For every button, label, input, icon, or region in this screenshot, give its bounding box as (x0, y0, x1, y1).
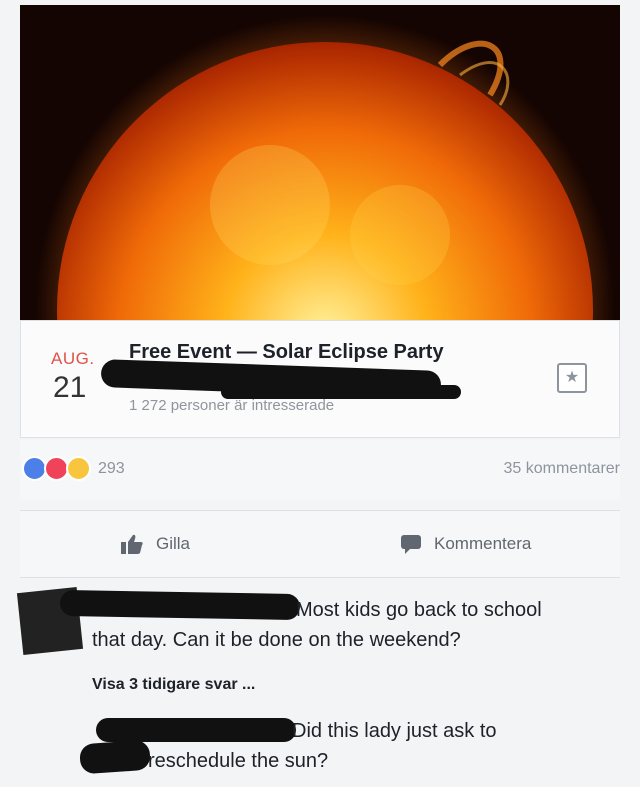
comment-count[interactable]: 35 kommentarer (504, 460, 621, 478)
comment-button[interactable]: Kommentera (400, 531, 531, 557)
redaction-mark (96, 718, 296, 742)
post-container: AUG. 21 Free Event — Solar Eclipse Party… (0, 0, 640, 787)
reply-text: Did this lady just ask to (292, 720, 497, 742)
comment-text: Most kids go back to school (296, 599, 542, 621)
sun-photo (20, 5, 620, 321)
reply-text: reschedule the sun? (148, 750, 329, 772)
reaction-count[interactable]: 293 (98, 460, 125, 478)
like-label: Gilla (156, 534, 191, 553)
like-button[interactable]: Gilla (120, 531, 190, 557)
redaction-mark (79, 739, 151, 775)
event-title[interactable]: Free Event — Solar Eclipse Party (129, 341, 444, 364)
post-actions: Gilla Kommentera (20, 510, 620, 578)
save-event-button[interactable]: ★ (557, 363, 587, 393)
redaction-mark (59, 589, 301, 621)
comment-icon (401, 535, 421, 554)
thumbs-up-icon (121, 534, 143, 554)
comment-label: Kommentera (434, 534, 532, 553)
redaction-mark (221, 385, 461, 399)
event-date-day: 21 (53, 371, 87, 404)
event-cover-image[interactable] (20, 5, 620, 321)
view-previous-replies[interactable]: Visa 3 tidigare svar ... (92, 676, 255, 694)
event-date-month: AUG. (51, 349, 95, 368)
wow-icon (66, 456, 91, 481)
event-info-card[interactable]: AUG. 21 Free Event — Solar Eclipse Party… (20, 320, 620, 438)
star-icon: ★ (564, 369, 580, 386)
comment-text: that day. Can it be done on the weekend? (92, 629, 461, 651)
reactions-summary[interactable]: 293 35 kommentarer (20, 440, 620, 500)
event-interested-count: 1 272 personer är intresserade (129, 397, 335, 414)
